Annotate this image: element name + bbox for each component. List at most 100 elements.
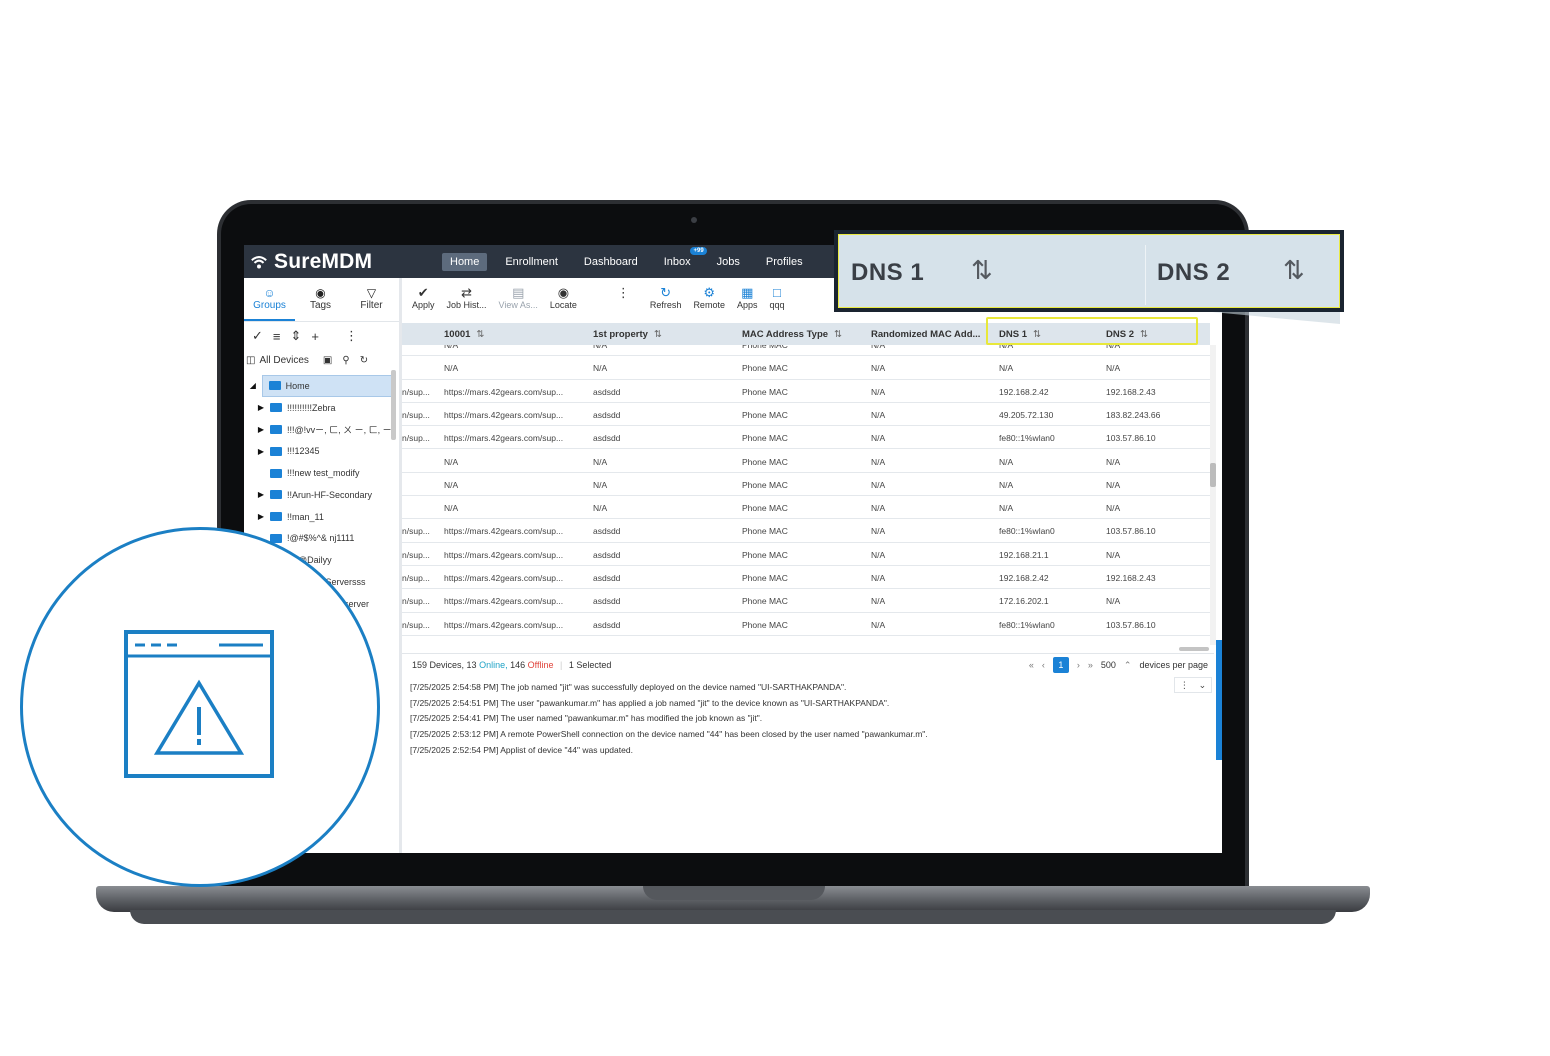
side-panel-edge[interactable] — [1216, 640, 1222, 760]
tree-item[interactable]: ▶ !!!!!!!!!!Zebra — [244, 397, 392, 419]
nav-profiles[interactable]: Profiles — [758, 253, 811, 271]
apply-button[interactable]: ✔ Apply — [412, 278, 435, 310]
nav-enrollment[interactable]: Enrollment — [497, 253, 566, 271]
refresh-button[interactable]: ↻ Refresh — [650, 278, 682, 310]
folder-icon — [270, 446, 282, 456]
tree-item-label: !!!@!vvㄧ, ㄈ, ㄨ ㄧ, ㄈ, ㄧ — [287, 424, 392, 435]
export-icon[interactable]: ▣ — [323, 355, 332, 366]
sort-icon[interactable]: ⇅ — [476, 329, 484, 340]
table-cell: N/A — [1106, 596, 1121, 607]
table-row[interactable]: n/sup... https://mars.42gears.com/sup... a… — [402, 613, 1210, 636]
tab-filter[interactable]: ▽ Filter — [346, 278, 397, 321]
expand-arrow-icon[interactable]: ▶ — [252, 447, 270, 456]
table-cell: N/A — [871, 596, 886, 607]
toolbar-more-button[interactable]: ⋮ — [617, 278, 630, 300]
search-icon[interactable]: ⚲ — [342, 355, 349, 366]
column-header-10001[interactable]: 10001 ⇅ — [444, 329, 484, 340]
refresh-tree-icon[interactable]: ↻ — [360, 355, 368, 366]
table-row[interactable]: N/A N/A Phone MAC N/A N/A N/A — [402, 450, 1210, 473]
qqq-button[interactable]: □ qqq — [769, 278, 784, 310]
table-row[interactable]: N/A N/A Phone MAC N/A N/A N/A — [402, 496, 1210, 520]
table-row[interactable]: n/sup... https://mars.42gears.com/sup... a… — [402, 566, 1210, 590]
table-row[interactable]: N/A N/A Phone MAC N/A N/A N/A — [402, 473, 1210, 497]
tree-scrollbar[interactable] — [391, 370, 396, 440]
sort-lines-icon[interactable]: ≡ — [273, 329, 281, 344]
nav-inbox[interactable]: Inbox +99 — [656, 247, 707, 271]
last-page-icon[interactable]: » — [1088, 660, 1093, 670]
table-cell: N/A — [444, 456, 459, 467]
calendar-icon: □ — [773, 285, 781, 300]
table-cell: 103.57.86.10 — [1106, 526, 1156, 537]
tree-item[interactable]: ▶ !!man_11 — [244, 506, 392, 528]
expand-arrow-icon[interactable]: ▶ — [252, 403, 270, 412]
table-cell: N/A — [871, 573, 886, 583]
tree-item[interactable]: ▶ !!!12345 — [244, 440, 392, 462]
table-row[interactable]: n/sup... https://mars.42gears.com/sup... a… — [402, 543, 1210, 566]
tree-item-label: !!!!!!!!!!Zebra — [287, 402, 336, 413]
nav-home[interactable]: Home — [442, 253, 488, 271]
column-header-randomized-mac[interactable]: Randomized MAC Add... — [871, 329, 980, 340]
sort-icon[interactable]: ⇅ — [654, 329, 662, 340]
select-check-icon[interactable]: ✓ — [252, 328, 263, 344]
dns-columns-highlight — [986, 317, 1198, 345]
settings-sliders-icon[interactable]: ⇕ — [291, 328, 302, 344]
first-page-icon[interactable]: « — [1029, 660, 1034, 670]
collapse-arrow-icon[interactable]: ◢ — [244, 381, 262, 390]
table-row[interactable]: n/sup... https://mars.42gears.com/sup... a… — [402, 403, 1210, 427]
table-row[interactable]: N/A N/A Phone MAC N/A N/A N/A — [402, 356, 1210, 380]
chevron-down-icon[interactable]: ⌄ — [1199, 680, 1207, 691]
table-cell: N/A — [871, 409, 886, 420]
sort-icon[interactable]: ⇅ — [834, 329, 842, 340]
tree-item-home[interactable]: Home — [261, 375, 392, 397]
chevron-up-icon[interactable]: ⌃ — [1124, 660, 1132, 671]
offline-count: 146 — [510, 660, 526, 670]
table-row[interactable]: N/A N/A Phone MAC N/A N/A N/A — [402, 345, 1210, 357]
table-row[interactable]: n/sup... https://mars.42gears.com/sup... a… — [402, 519, 1210, 543]
expand-arrow-icon[interactable]: ▶ — [252, 425, 270, 434]
nav-dashboard[interactable]: Dashboard — [576, 253, 646, 271]
table-cell: n/sup... — [402, 573, 430, 583]
remote-button[interactable]: ⚙ Remote — [693, 278, 725, 310]
table-row[interactable]: n/sup... https://mars.42gears.com/sup... a… — [402, 589, 1210, 613]
expand-arrow-icon[interactable]: ▶ — [252, 490, 270, 499]
table-row[interactable]: n/sup... https://mars.42gears.com/sup... a… — [402, 426, 1210, 450]
tree-item[interactable]: ▶ !!Arun-HF-Secondary — [244, 484, 392, 506]
current-page[interactable]: 1 — [1052, 657, 1069, 673]
log-more-icon[interactable]: ⋮ — [1180, 680, 1189, 691]
table-cell: n/sup... — [402, 386, 430, 397]
tree-item[interactable]: !!!new test_modify — [244, 462, 392, 484]
tab-tags[interactable]: ◉ Tags — [295, 278, 346, 321]
prev-page-icon[interactable]: ‹ — [1042, 660, 1045, 670]
folder-icon — [270, 424, 282, 434]
locate-button[interactable]: ◉ Locate — [550, 278, 577, 310]
view-as-button[interactable]: ▤ View As... — [499, 278, 538, 310]
inbox-count-badge: +99 — [690, 247, 707, 255]
expand-arrow-icon[interactable]: ▶ — [252, 512, 270, 521]
table-cell: Phone MAC — [742, 433, 788, 444]
tab-groups[interactable]: ☺ Groups — [244, 278, 295, 321]
page-size-select[interactable]: 500 — [1101, 660, 1116, 670]
nav-jobs[interactable]: Jobs — [709, 253, 748, 271]
more-vertical-icon[interactable]: ⋮ — [345, 328, 358, 344]
tree-item[interactable]: ▶ !!!@!vvㄧ, ㄈ, ㄨ ㄧ, ㄈ, ㄧ — [244, 419, 392, 441]
grid-vertical-scrollbar[interactable] — [1210, 345, 1216, 645]
grid-horizontal-scrollbar[interactable] — [1179, 647, 1209, 651]
table-row[interactable]: n/sup... https://mars.42gears.com/sup... a… — [402, 380, 1210, 403]
all-devices-row[interactable]: ◫ All Devices ▣ ⚲ ↻ — [246, 351, 399, 369]
table-cell: N/A — [444, 479, 459, 490]
column-header-mac-type[interactable]: MAC Address Type ⇅ — [742, 329, 842, 340]
laptop-notch — [643, 886, 825, 900]
table-cell: N/A — [871, 363, 886, 374]
job-history-button[interactable]: ⇄ Job Hist... — [447, 278, 487, 310]
apply-label: Apply — [412, 300, 435, 310]
table-cell: n/sup... — [402, 549, 430, 560]
apps-button[interactable]: ▦ Apps — [737, 278, 758, 310]
next-page-icon[interactable]: › — [1077, 660, 1080, 670]
table-cell: Phone MAC — [742, 503, 788, 514]
column-header-1st-property[interactable]: 1st property ⇅ — [593, 329, 662, 340]
app-logo[interactable]: SureMDM — [250, 250, 372, 274]
add-group-icon[interactable]: + — [311, 329, 319, 344]
separator: | — [560, 660, 563, 670]
table-cell: N/A — [593, 363, 608, 374]
scroll-thumb[interactable] — [1210, 463, 1216, 487]
